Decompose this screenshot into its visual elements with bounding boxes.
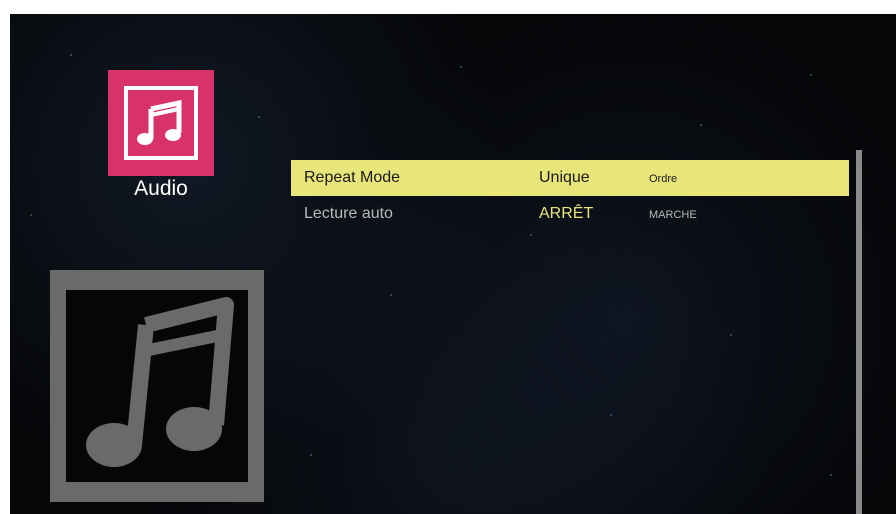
star <box>70 54 72 56</box>
music-note-icon <box>124 86 198 160</box>
star <box>390 294 392 296</box>
setting-row-repeat-mode[interactable]: Repeat Mode Unique Ordre <box>291 160 849 196</box>
setting-row-lecture-auto[interactable]: Lecture auto ARRÊT MARCHE <box>291 196 849 232</box>
star <box>810 74 812 76</box>
star <box>530 234 532 236</box>
setting-label: Lecture auto <box>304 205 393 222</box>
star <box>258 116 260 118</box>
setting-value[interactable]: Unique <box>539 169 590 187</box>
music-note-icon <box>86 297 234 467</box>
setting-alternate-option[interactable]: Ordre <box>649 173 677 185</box>
star <box>700 124 702 126</box>
category-label: Audio <box>134 177 188 200</box>
scrollbar[interactable] <box>856 150 862 514</box>
audio-category-tile[interactable] <box>108 70 214 176</box>
star <box>830 474 832 476</box>
setting-value[interactable]: ARRÊT <box>539 205 593 223</box>
settings-menu: Repeat Mode Unique Ordre Lecture auto AR… <box>291 160 849 232</box>
star <box>610 414 612 416</box>
setting-alternate-option[interactable]: MARCHE <box>649 209 697 221</box>
star <box>730 334 732 336</box>
setting-label: Repeat Mode <box>304 169 401 186</box>
screen: Audio Repeat Mode Unique Ordre Lecture a… <box>10 14 896 514</box>
preview-tile <box>50 270 264 502</box>
star <box>30 214 32 216</box>
star <box>460 66 462 68</box>
star <box>310 454 312 456</box>
